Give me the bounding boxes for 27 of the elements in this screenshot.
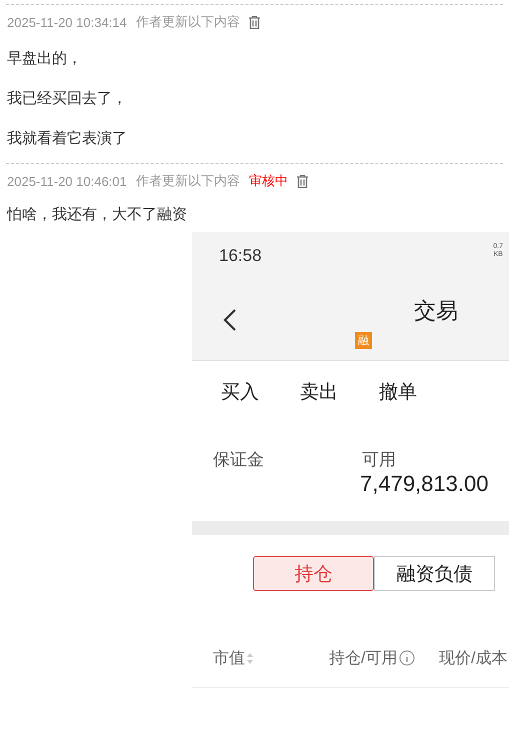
column-header: 持仓/可用 <box>329 648 398 668</box>
trade-action[interactable]: 买入 <box>221 379 259 405</box>
segment-tab[interactable]: 持仓 <box>253 556 374 591</box>
post-paragraph: 我就看着它表演了 <box>6 129 128 149</box>
review-status: 审核中 <box>248 172 288 190</box>
trash-icon[interactable] <box>248 16 260 28</box>
trade-action[interactable]: 撤单 <box>379 379 417 405</box>
trash-icon[interactable] <box>296 174 308 188</box>
post-timestamp: 2025-11-20 10:46:01 <box>7 174 127 188</box>
column-header: 市值 <box>213 648 245 668</box>
update-note: 作者更新以下内容 <box>136 172 240 190</box>
post-paragraph: 我已经买回去了， <box>6 89 128 109</box>
info-icon[interactable] <box>399 650 416 666</box>
available-amount: 7,479,813.00 <box>360 471 490 497</box>
update-note: 作者更新以下内容 <box>136 13 240 31</box>
back-icon[interactable] <box>223 308 237 332</box>
account-label: 可用 <box>362 449 397 471</box>
margin-badge: 融 <box>355 332 372 348</box>
account-label: 保证金 <box>213 449 265 471</box>
segment-tab[interactable]: 融资负债 <box>374 556 495 591</box>
post-paragraph: 怕啥，我还有，大不了融资 <box>6 205 188 225</box>
page-title: 交易 <box>414 296 458 324</box>
column-header: 现价/成本 <box>439 648 508 668</box>
trade-action[interactable]: 卖出 <box>300 379 338 405</box>
post-paragraph: 早盘出的， <box>6 49 83 69</box>
post-timestamp: 2025-11-20 10:34:14 <box>7 14 127 30</box>
clock-time: 16:58 <box>219 246 262 266</box>
